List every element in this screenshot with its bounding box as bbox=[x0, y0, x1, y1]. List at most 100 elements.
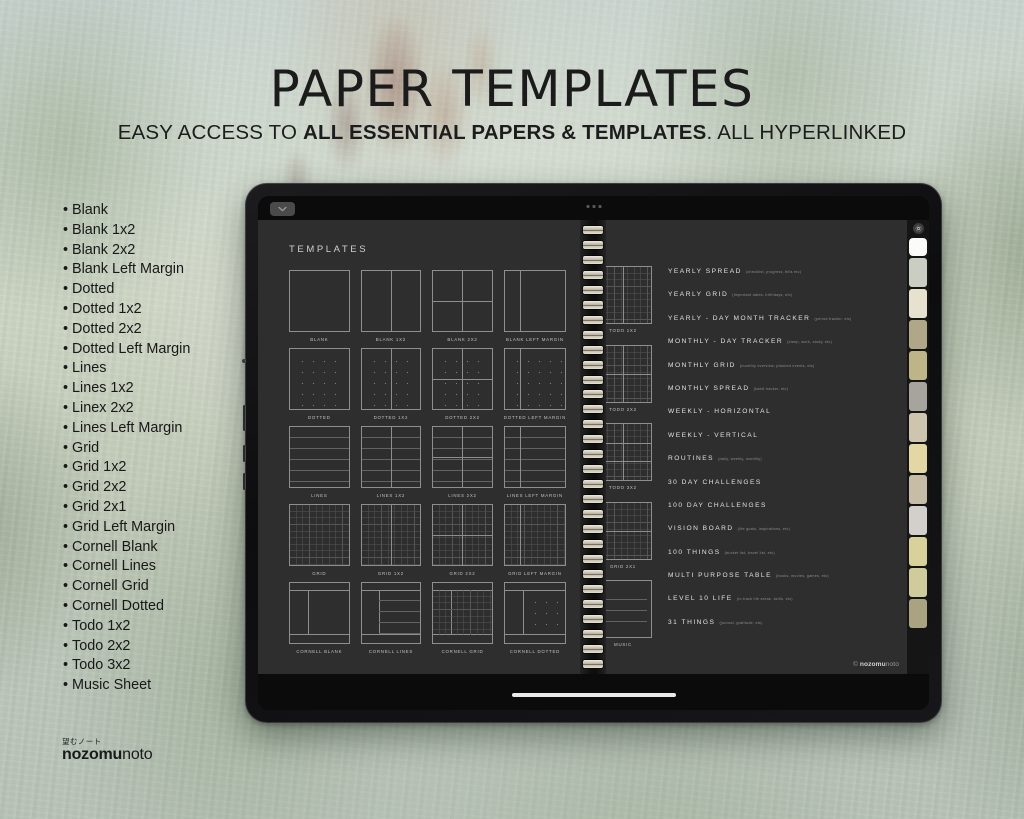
divider-vertical bbox=[623, 267, 624, 323]
template-thumbnail[interactable]: GRID 1X2 bbox=[360, 504, 422, 576]
template-thumbnail[interactable]: CORNELL DOTTED bbox=[503, 582, 566, 654]
color-swatch[interactable] bbox=[909, 599, 927, 628]
color-swatch[interactable] bbox=[909, 537, 927, 566]
planner-list-item[interactable]: MONTHLY - DAY TRACKER (sleep, work, study… bbox=[668, 338, 895, 361]
spiral-ring bbox=[583, 465, 603, 474]
template-thumbnail[interactable]: DOTTED LEFT MARGIN bbox=[503, 348, 566, 420]
thumbnail-preview bbox=[503, 348, 566, 410]
thumbnail-caption: LINES 2X2 bbox=[448, 493, 477, 498]
template-thumbnail[interactable]: LINES 2X2 bbox=[432, 426, 493, 498]
template-thumbnail[interactable]: DOTTED 2X2 bbox=[432, 348, 493, 420]
thumbnail-caption: BLANK 2X2 bbox=[447, 337, 478, 342]
rule-dots bbox=[525, 592, 562, 633]
color-swatch[interactable] bbox=[909, 238, 927, 256]
thumbnail-preview bbox=[289, 270, 350, 332]
planner-list-item[interactable]: WEEKLY - VERTICAL bbox=[668, 432, 895, 455]
cornell-notes-area bbox=[523, 590, 565, 636]
template-thumbnail[interactable]: CORNELL GRID bbox=[432, 582, 493, 654]
planner-list-item[interactable]: 31 THINGS (journal, gratitude, etc) bbox=[668, 619, 895, 642]
color-swatch[interactable] bbox=[909, 475, 927, 504]
bullet-icon: • bbox=[63, 637, 69, 654]
volume-down-button[interactable] bbox=[243, 473, 246, 490]
color-swatch[interactable] bbox=[909, 444, 927, 473]
thumbnail-preview bbox=[432, 504, 493, 566]
list-item: • Grid 1x2 bbox=[63, 458, 273, 478]
template-thumbnail[interactable]: LINES bbox=[289, 426, 350, 498]
template-thumbnail[interactable]: CORNELL BLANK bbox=[289, 582, 350, 654]
section-title: TEMPLATES bbox=[289, 244, 369, 255]
list-item-label: Linex 2x2 bbox=[72, 399, 134, 416]
planner-list-item[interactable]: YEARLY SPREAD (checklist, progress, bills… bbox=[668, 268, 895, 291]
template-thumbnail[interactable]: BLANK LEFT MARGIN bbox=[503, 270, 566, 342]
divider-horizontal bbox=[433, 535, 492, 536]
template-thumbnail[interactable]: BLANK 1X2 bbox=[360, 270, 422, 342]
list-item-label: Dotted bbox=[72, 281, 115, 298]
bullet-icon: • bbox=[63, 538, 69, 555]
thumbnail-caption: DOTTED 2X2 bbox=[445, 415, 480, 420]
template-thumbnail[interactable]: DOTTED 1X2 bbox=[360, 348, 422, 420]
divider-vertical bbox=[623, 424, 624, 480]
handle-dot bbox=[586, 205, 589, 208]
planner-list-label: MONTHLY SPREAD bbox=[668, 384, 750, 392]
planner-list-item[interactable]: LEVEL 10 LIFE (to track life areas, skill… bbox=[668, 595, 895, 618]
list-item: • Blank 2x2 bbox=[63, 241, 273, 261]
planner-list-label: WEEKLY - HORIZONTAL bbox=[668, 408, 772, 416]
color-swatch[interactable] bbox=[909, 382, 927, 411]
cornell-cue-area bbox=[433, 589, 451, 636]
color-swatch[interactable] bbox=[909, 289, 927, 318]
template-thumbnail[interactable]: BLANK bbox=[289, 270, 350, 342]
template-thumbnail[interactable]: DOTTED bbox=[289, 348, 350, 420]
margin-rule bbox=[520, 505, 522, 565]
list-item-label: Cornell Grid bbox=[72, 578, 149, 595]
thumbnail-preview bbox=[289, 348, 350, 410]
spiral-ring bbox=[583, 510, 603, 519]
planner-list-item[interactable]: ROUTINES (daily, weekly, monthly) bbox=[668, 455, 895, 478]
planner-list-label: MONTHLY - DAY TRACKER bbox=[668, 338, 784, 346]
color-swatch[interactable] bbox=[909, 258, 927, 287]
thumbnail-preview bbox=[360, 504, 422, 566]
template-thumbnail[interactable]: LINES 1X2 bbox=[360, 426, 422, 498]
thumbnail-preview bbox=[289, 504, 350, 566]
color-swatch[interactable] bbox=[909, 568, 927, 597]
planner-list-item[interactable]: 100 DAY CHALLENGES bbox=[668, 502, 895, 525]
planner-list-item[interactable]: MULTI PURPOSE TABLE (books, movies, games… bbox=[668, 572, 895, 595]
planner-list-note: (sleep, work, study, etc) bbox=[787, 340, 833, 345]
planner-list-item[interactable]: VISION BOARD (life goals, inspirations, e… bbox=[668, 525, 895, 548]
planner-list-item[interactable]: WEEKLY - HORIZONTAL bbox=[668, 408, 895, 431]
list-item: • Blank 1x2 bbox=[63, 221, 273, 241]
planner-list-item[interactable]: 30 DAY CHALLENGES bbox=[668, 479, 895, 502]
volume-rocker[interactable] bbox=[243, 405, 246, 431]
template-thumbnail[interactable]: LINES LEFT MARGIN bbox=[503, 426, 566, 498]
home-indicator[interactable] bbox=[511, 693, 676, 697]
thumbnail-caption: DOTTED 1X2 bbox=[373, 415, 409, 420]
bullet-icon: • bbox=[63, 380, 69, 397]
subtitle-emphasis: ALL ESSENTIAL PAPERS & TEMPLATES bbox=[303, 121, 707, 144]
feature-list: • Blank • Blank 1x2 • Blank 2x2 • Blank Left Ma… bbox=[63, 201, 273, 696]
template-thumbnail[interactable]: GRID LEFT MARGIN bbox=[503, 504, 566, 576]
planner-list-item[interactable]: MONTHLY GRID (monthly overview, planned e… bbox=[668, 362, 895, 385]
spiral-ring bbox=[583, 629, 603, 638]
watermark: © nozomunoto bbox=[853, 661, 899, 668]
color-swatch[interactable] bbox=[909, 320, 927, 349]
planner-list-note: (important dates, birthdays, etc) bbox=[732, 293, 793, 298]
brand-logo-japanese: 望むノート bbox=[62, 737, 102, 746]
thumbnail-preview bbox=[503, 426, 566, 488]
color-swatch[interactable] bbox=[909, 506, 927, 535]
template-thumbnail[interactable]: GRID 2X2 bbox=[432, 504, 493, 576]
planner-list-item[interactable]: YEARLY GRID (important dates, birthdays, … bbox=[668, 291, 895, 314]
template-thumbnail[interactable]: CORNELL LINES bbox=[360, 582, 422, 654]
planner-list-item[interactable]: YEARLY - DAY MONTH TRACKER (period tracke… bbox=[668, 315, 895, 338]
template-thumbnail[interactable]: BLANK 2X2 bbox=[432, 270, 493, 342]
template-thumbnail[interactable]: GRID bbox=[289, 504, 350, 576]
brand-logo-latin: nozomunoto bbox=[62, 746, 153, 764]
planner-list-item[interactable]: MONTHLY SPREAD (habit tracker, etc) bbox=[668, 385, 895, 408]
spiral-ring bbox=[583, 375, 603, 384]
color-swatch[interactable] bbox=[909, 351, 927, 380]
volume-up-button[interactable] bbox=[243, 445, 246, 462]
spiral-ring bbox=[583, 255, 603, 264]
multitask-handle[interactable] bbox=[586, 205, 601, 208]
planner-list-item[interactable]: 100 THINGS (bucket list, travel list, etc… bbox=[668, 549, 895, 572]
chevron-down-icon[interactable] bbox=[270, 202, 295, 216]
gear-icon[interactable] bbox=[912, 223, 924, 234]
color-swatch[interactable] bbox=[909, 413, 927, 442]
